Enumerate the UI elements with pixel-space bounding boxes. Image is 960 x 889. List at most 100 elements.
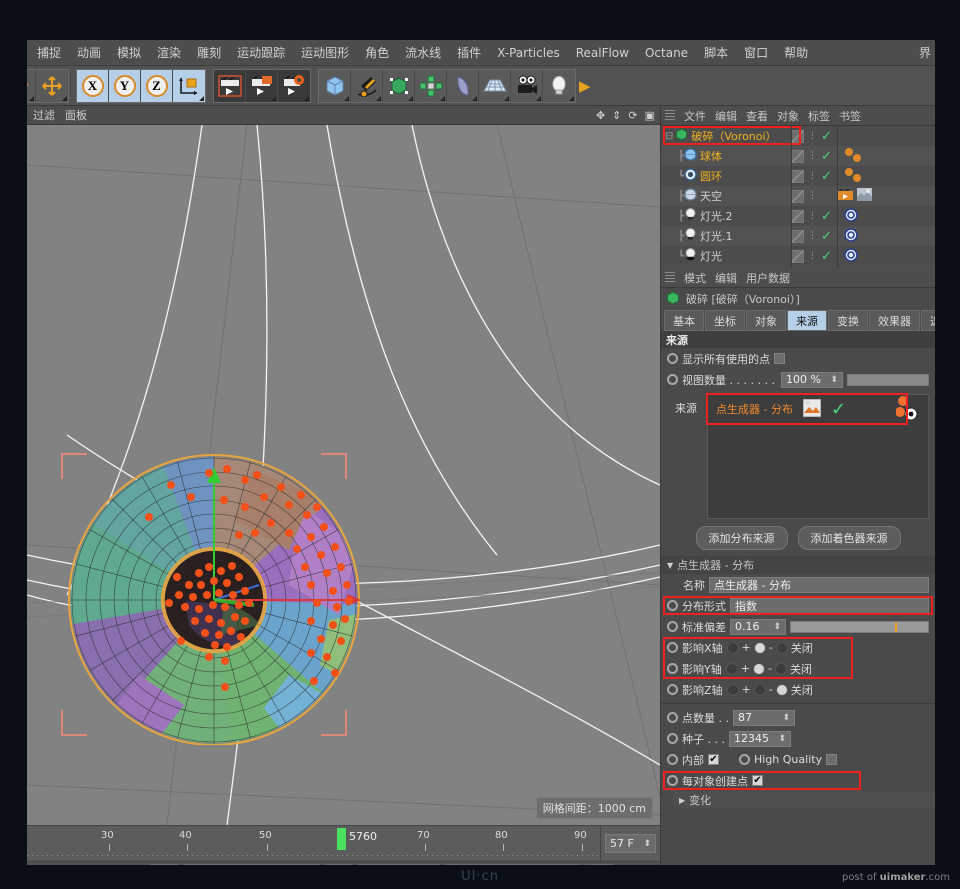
affect-y-option-2[interactable] [775,663,787,675]
row-inner-quality[interactable]: 内部 ✔ High Quality [661,749,935,770]
tab-transform[interactable]: 变换 [828,310,868,331]
table-row[interactable]: ┣ 球体 ⋮ ✓ [661,146,935,166]
sky-texture-tag-icon[interactable] [857,188,872,204]
spline-pen-icon[interactable] [351,70,383,102]
undo-icon[interactable] [27,70,36,102]
camera-icon[interactable] [511,70,543,102]
row-show-all-points[interactable]: 显示所有使用的点 [661,348,935,369]
om-menu-object[interactable]: 对象 [777,108,799,124]
generator-cube-icon[interactable] [383,70,415,102]
object-name-torus[interactable]: 圆环 [700,168,722,184]
rotate-icon[interactable]: ⟳ [628,109,637,122]
row-distribution-form[interactable]: 分布形式 指数 [661,595,935,616]
menu-item-8[interactable]: 流水线 [397,42,449,63]
orange-dots-tag-icon[interactable] [844,167,866,186]
affect-z-radio-group[interactable]: + - 关闭 [727,682,813,698]
table-row[interactable]: ⊟ 破碎（Voronoi） ⋮ ✓ [661,126,935,146]
menu-item-0[interactable]: 捕捉 [29,42,69,63]
enabled-check-icon[interactable]: ✓ [821,129,832,144]
menu-item-3[interactable]: 渲染 [149,42,189,63]
menu-item-7[interactable]: 角色 [357,42,397,63]
affect-x-option-0[interactable] [727,642,739,654]
row-viewport-count[interactable]: 视图数量 . . . . . . . 100 % ⬍ [661,369,935,390]
point-count-field[interactable]: 87 ⬍ [733,710,795,726]
source-thumbnail-icon[interactable] [803,399,821,420]
object-name-fracture[interactable]: 破碎（Voronoi） [691,128,776,144]
enabled-check-icon[interactable]: ✓ [821,149,832,164]
om-menu-view[interactable]: 查看 [746,108,768,124]
om-menu-file[interactable]: 文件 [684,108,706,124]
tab-selection[interactable]: 选 [921,310,935,331]
param-dot-icon[interactable] [667,642,678,653]
ground-plane-icon[interactable] [479,70,511,102]
param-dot-icon[interactable] [667,621,678,632]
expand-collapse-icon[interactable]: ⊟ [665,131,673,142]
render-settings-icon[interactable] [278,70,310,102]
target-tag-icon[interactable] [844,208,858,225]
affect-x-radio-group[interactable]: + - 关闭 [727,640,813,656]
axis-z-button[interactable]: Z [141,70,173,102]
affect-y-option-0[interactable] [726,663,738,675]
am-menu-userdata[interactable]: 用户数据 [746,270,790,286]
param-dot-icon-hq[interactable] [739,754,750,765]
add-shader-source-button[interactable]: 添加着色器来源 [798,526,901,550]
visibility-toggles-icon[interactable]: ⋮ [808,133,817,140]
menu-item-11[interactable]: RealFlow [568,44,637,62]
row-per-object[interactable]: 每对象创建点 ✔ [661,770,935,791]
render-view-icon[interactable] [214,70,246,102]
panel-grip-icon-2[interactable] [665,272,675,284]
param-dot-icon[interactable] [667,712,678,723]
enabled-check-icon[interactable]: ✓ [821,229,832,244]
spinner-icon-5[interactable]: ⬍ [782,713,790,723]
menu-item-12[interactable]: Octane [637,44,696,62]
param-dot-icon[interactable] [667,733,678,744]
param-dot-icon[interactable] [667,353,678,364]
timeline-bar[interactable]: 30 40 50 5760 70 80 90 [27,825,660,861]
visibility-toggles-icon[interactable]: ⋮ [808,233,817,240]
tab-basic[interactable]: 基本 [664,310,704,331]
axis-x-button[interactable]: X [77,70,109,102]
menu-item-14[interactable]: 窗口 [736,42,776,63]
chevron-right-icon-2[interactable]: ▶ [679,796,685,805]
affect-x-option-2[interactable] [776,642,788,654]
row-affect-y[interactable]: 影响Y轴 + - 关闭 [661,658,935,679]
cube-primitive-icon[interactable] [319,70,351,102]
visibility-dot-icon[interactable] [791,130,804,143]
row-affect-x[interactable]: 影响X轴 + - 关闭 [661,637,935,658]
spinner-icon-6[interactable]: ⬍ [778,734,786,744]
light-icon[interactable] [543,70,575,102]
orange-dots-tag-icon[interactable] [844,147,866,166]
menu-item-1[interactable]: 动画 [69,42,109,63]
viewport-menu-panel[interactable]: 面板 [65,107,87,123]
viewport-count-field[interactable]: 100 % ⬍ [781,372,843,388]
menu-item-15[interactable]: 帮助 [776,42,816,63]
render-region-icon[interactable] [246,70,278,102]
visibility-toggles-icon[interactable]: ⋮ [808,213,817,220]
param-dot-icon[interactable] [667,754,678,765]
affect-x-option-1[interactable] [754,642,766,654]
object-name-sphere[interactable]: 球体 [700,148,722,164]
coordinate-system-icon[interactable] [173,70,205,102]
affect-z-option-1[interactable] [754,684,766,696]
tab-source[interactable]: 来源 [787,310,827,331]
current-frame-field[interactable]: 57 F ⬍ [605,834,656,853]
menu-item-2[interactable]: 模拟 [109,42,149,63]
per-object-checkbox[interactable]: ✔ [752,775,763,786]
param-dot-icon[interactable] [667,775,678,786]
row-point-count[interactable]: 点数量 . . 87 ⬍ [661,707,935,728]
table-row[interactable]: ┗ 圆环 ⋮ ✓ [661,166,935,186]
enabled-check-icon[interactable]: ✓ [821,169,832,184]
add-distribution-source-button[interactable]: 添加分布来源 [696,526,788,550]
visibility-toggles-icon[interactable]: ⋮ [808,173,817,180]
menu-item-9[interactable]: 插件 [449,42,489,63]
visibility-dot-icon[interactable] [791,210,804,223]
row-seed[interactable]: 种子 . . . 12345 ⬍ [661,728,935,749]
row-std-dev[interactable]: 标准偏差 0.16 ⬍ [661,616,935,637]
source-dots-icon[interactable] [896,396,922,423]
om-menu-edit[interactable]: 编辑 [715,108,737,124]
panel-grip-icon[interactable] [665,110,675,122]
menu-item-6[interactable]: 运动图形 [293,42,357,63]
mograph-cloner-icon[interactable] [415,70,447,102]
param-dot-icon[interactable] [667,663,678,674]
toolbar-overflow-arrow[interactable]: ▶ [579,77,591,95]
